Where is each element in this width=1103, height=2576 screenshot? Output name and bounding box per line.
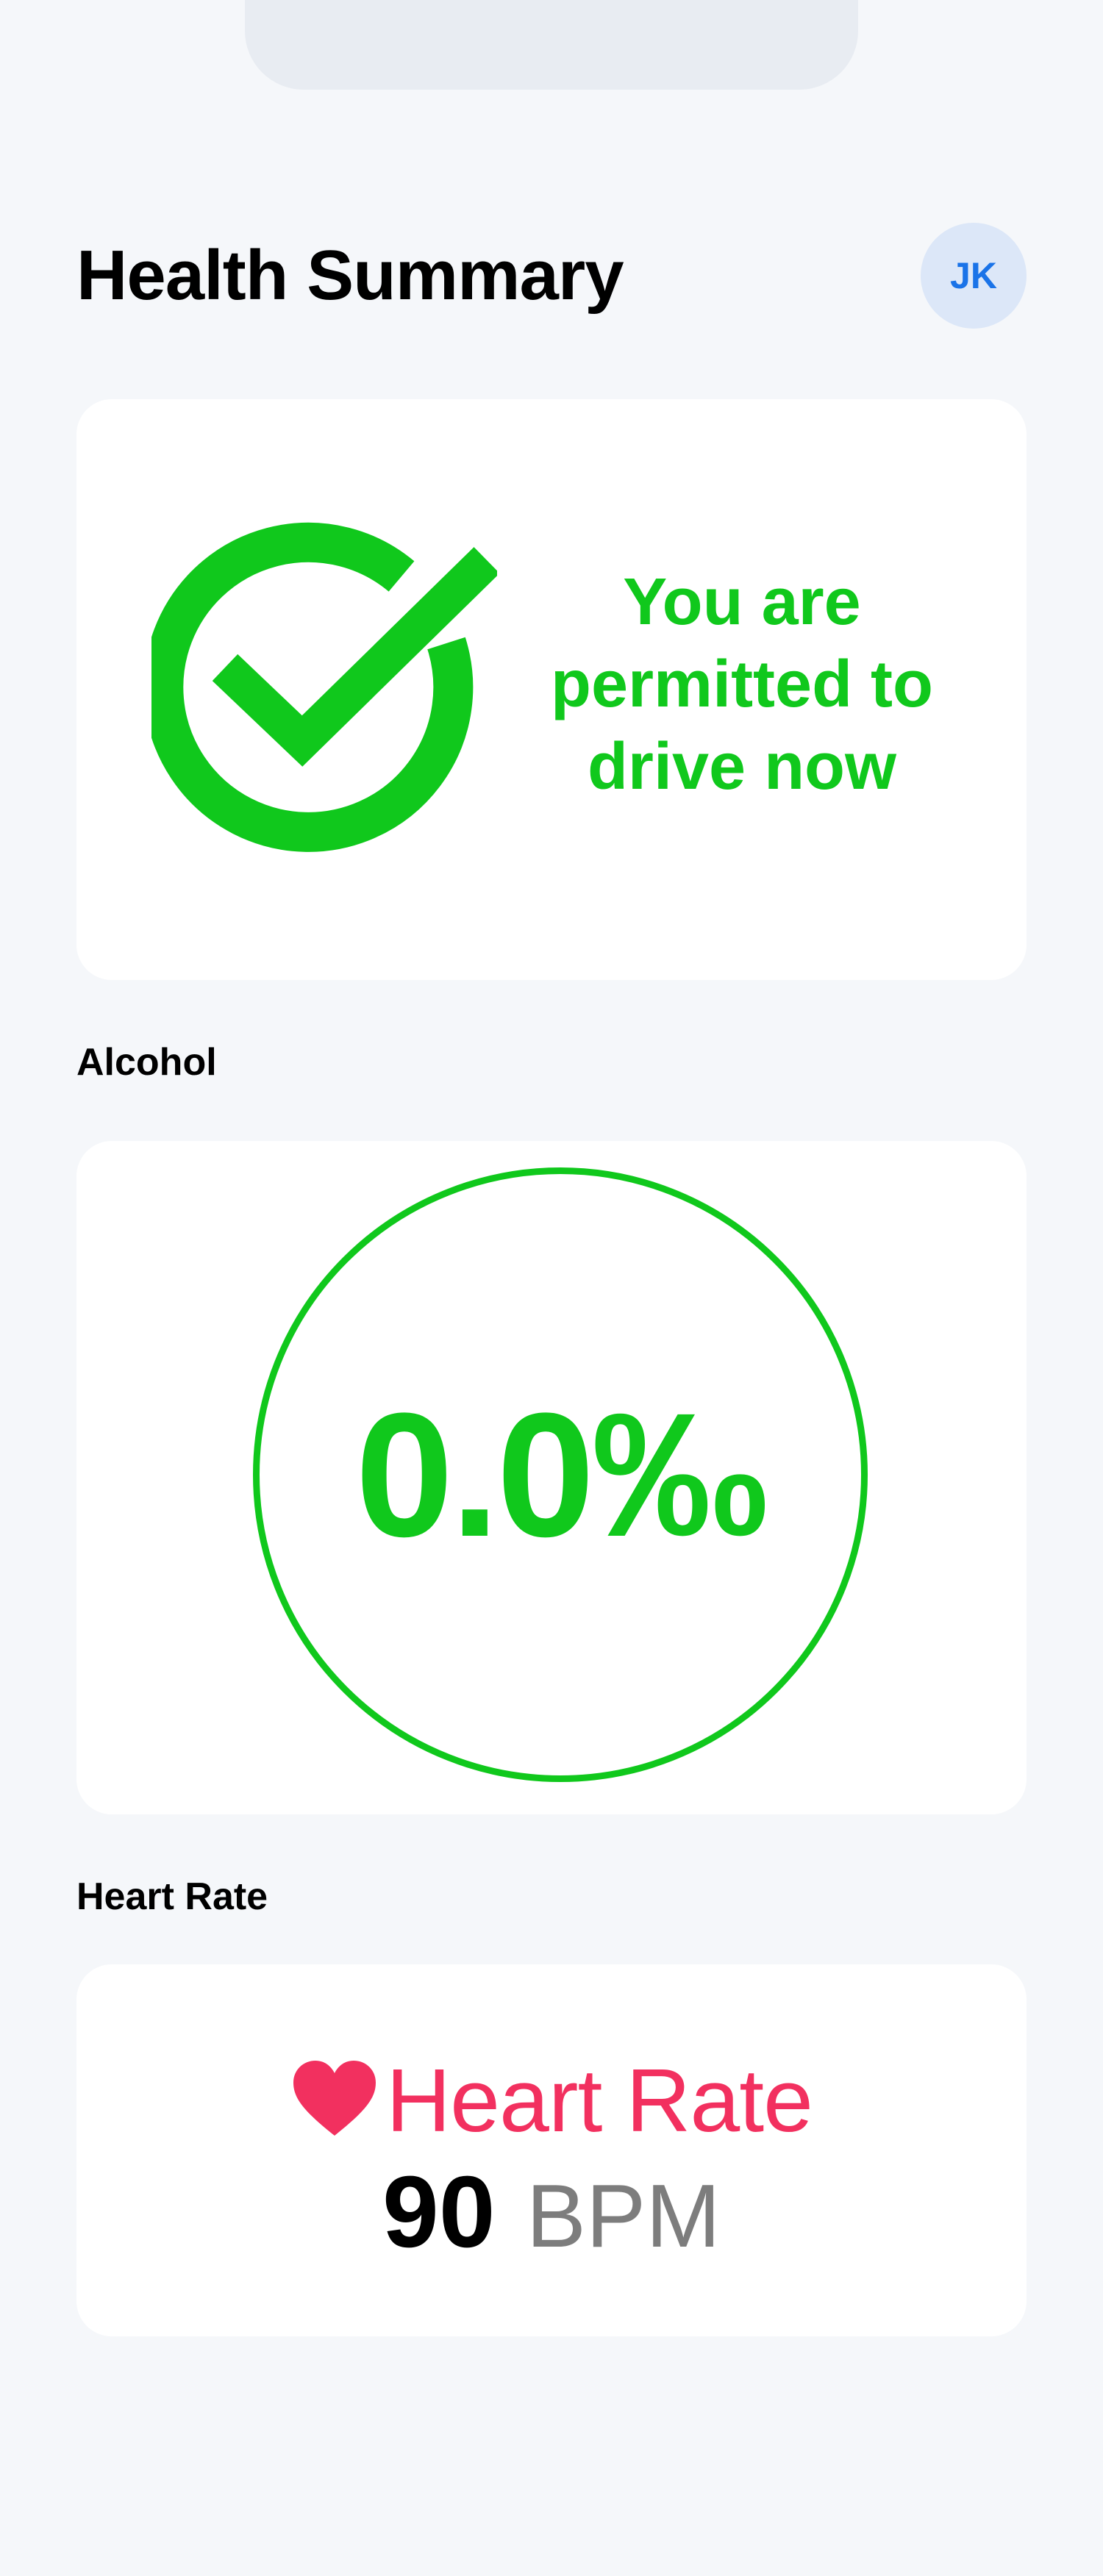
device-notch	[245, 0, 858, 90]
check-circle-icon	[151, 522, 497, 852]
heart-rate-title-row: Heart Rate	[76, 2049, 1027, 2152]
drive-permission-message: You are permitted to drive now	[550, 565, 933, 804]
heart-rate-card: Heart Rate 90 BPM	[76, 1964, 1027, 2336]
page-title: Health Summary	[76, 236, 624, 315]
heart-rate-section-label: Heart Rate	[76, 1875, 268, 1918]
alcohol-card: 0.0‰	[76, 1141, 1027, 1814]
heart-rate-value-row: 90 BPM	[76, 2154, 1027, 2271]
header: Health Summary JK	[76, 221, 1027, 331]
alcohol-gauge-ring: 0.0‰	[253, 1167, 868, 1782]
alcohol-level-value: 0.0‰	[355, 1376, 768, 1573]
heart-rate-unit: BPM	[526, 2166, 721, 2266]
drive-status-card: You are permitted to drive now	[76, 399, 1027, 980]
avatar[interactable]: JK	[921, 223, 1027, 329]
phone-screen: Health Summary JK You are permitted to d…	[0, 0, 1103, 2576]
alcohol-section-label: Alcohol	[76, 1041, 217, 1084]
heart-icon	[293, 2061, 376, 2136]
heart-rate-title: Heart Rate	[386, 2050, 813, 2150]
heart-rate-value: 90	[382, 2155, 496, 2269]
